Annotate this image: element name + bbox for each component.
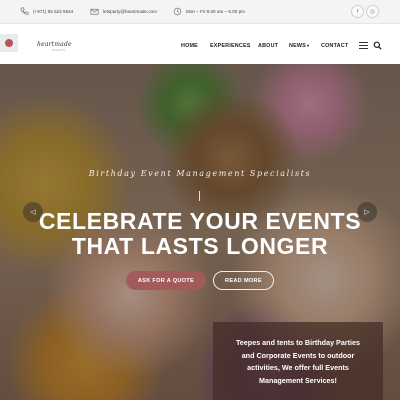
services-info-text: Teepes and tents to Birthday Parties and… bbox=[235, 338, 361, 385]
chevron-right-icon: ▷ bbox=[364, 209, 370, 216]
slider-next-button[interactable]: ▷ bbox=[357, 202, 377, 222]
phone-number: (+971) 55 523 5544 bbox=[33, 9, 74, 14]
hero-kicker: Birthday Event Management Specialists bbox=[88, 169, 312, 178]
ask-for-quote-button[interactable]: ASK FOR A QUOTE bbox=[126, 271, 206, 290]
phone-icon bbox=[20, 7, 29, 15]
top-bar: (+971) 55 523 5544 letsparty@heartmade.c… bbox=[0, 0, 400, 24]
hero-title: CELEBRATE YOUR EVENTS THAT LASTS LONGER bbox=[0, 209, 400, 259]
email-icon bbox=[90, 8, 99, 15]
chevron-down-icon: ▾ bbox=[306, 43, 310, 48]
services-info-box: Teepes and tents to Birthday Parties and… bbox=[213, 322, 383, 400]
email-contact[interactable]: letsparty@heartmade.com bbox=[90, 7, 157, 16]
hero-divider bbox=[199, 191, 200, 201]
search-icon[interactable] bbox=[373, 41, 382, 50]
slider-prev-button[interactable]: ◁ bbox=[23, 202, 43, 222]
nav-news[interactable]: NEWS▾ bbox=[289, 43, 309, 49]
nav-about[interactable]: ABOUT bbox=[258, 43, 278, 49]
logo[interactable]: heartmade bbox=[37, 41, 72, 48]
clock-icon bbox=[173, 7, 182, 16]
hero-title-line-2: THAT LASTS LONGER bbox=[71, 233, 329, 259]
nav-home[interactable]: HOME bbox=[181, 43, 198, 49]
menu-icon[interactable] bbox=[359, 42, 368, 49]
settings-badge[interactable] bbox=[0, 34, 18, 52]
settings-icon bbox=[5, 39, 13, 47]
site-header: heartmade EVENTS HOME EXPERIENCES ABOUT … bbox=[0, 24, 400, 64]
phone-contact[interactable]: (+971) 55 523 5544 bbox=[20, 7, 73, 16]
hero-slider: Birthday Event Management Specialists CE… bbox=[0, 64, 400, 400]
read-more-button[interactable]: READ MORE bbox=[213, 271, 274, 290]
facebook-icon[interactable]: f bbox=[351, 5, 364, 18]
instagram-icon[interactable]: ◎ bbox=[366, 5, 379, 18]
opening-hours: Mon – Fri 9.00 am – 6.00 pm bbox=[173, 7, 245, 16]
nav-contact[interactable]: CONTACT bbox=[321, 43, 348, 49]
nav-experiences[interactable]: EXPERIENCES bbox=[210, 43, 251, 49]
logo-subtext: EVENTS bbox=[52, 49, 66, 52]
email-address: letsparty@heartmade.com bbox=[103, 9, 157, 14]
hours-text: Mon – Fri 9.00 am – 6.00 pm bbox=[186, 9, 245, 14]
hero-title-line-1: CELEBRATE YOUR EVENTS bbox=[38, 208, 362, 234]
chevron-left-icon: ◁ bbox=[30, 209, 36, 216]
